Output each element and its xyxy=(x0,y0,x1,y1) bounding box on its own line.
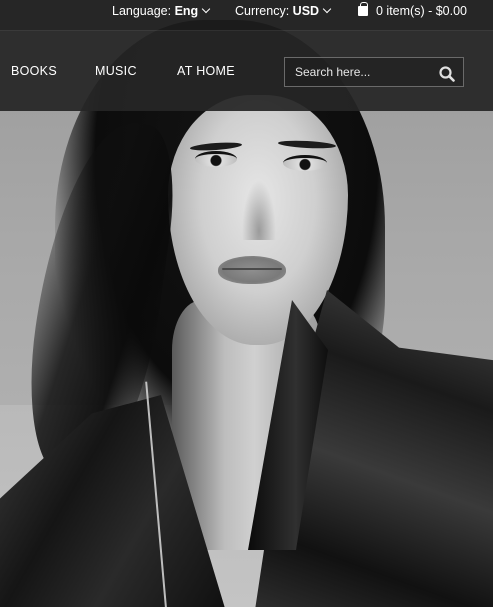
chevron-down-icon xyxy=(201,4,211,14)
model-lips xyxy=(218,256,286,284)
language-label: Language: xyxy=(112,4,172,18)
top-utility-bar: Language: Eng Currency: USD 0 item(s) - … xyxy=(0,0,493,30)
search-box xyxy=(284,57,464,87)
currency-label: Currency: xyxy=(235,4,290,18)
model-eye-right xyxy=(283,155,327,171)
language-selector[interactable]: Language: Eng xyxy=(112,0,211,22)
search-input[interactable] xyxy=(285,58,433,86)
model-eye-left xyxy=(195,151,237,167)
nav-item-at-home[interactable]: AT HOME xyxy=(177,64,235,78)
search-icon[interactable] xyxy=(439,66,455,82)
cart-link[interactable]: 0 item(s) - $0.00 xyxy=(358,0,467,22)
language-value: Eng xyxy=(174,4,199,18)
nav-item-books[interactable]: BOOKS xyxy=(11,64,57,78)
currency-selector[interactable]: Currency: USD xyxy=(235,0,332,22)
model-nose xyxy=(242,180,276,240)
chevron-down-icon xyxy=(322,4,332,14)
main-navigation: BOOKS MUSIC AT HOME xyxy=(0,30,493,111)
shopping-bag-icon xyxy=(358,2,368,16)
cart-summary: 0 item(s) - $0.00 xyxy=(376,4,468,18)
nav-item-music[interactable]: MUSIC xyxy=(95,64,137,78)
currency-value: USD xyxy=(292,4,320,18)
